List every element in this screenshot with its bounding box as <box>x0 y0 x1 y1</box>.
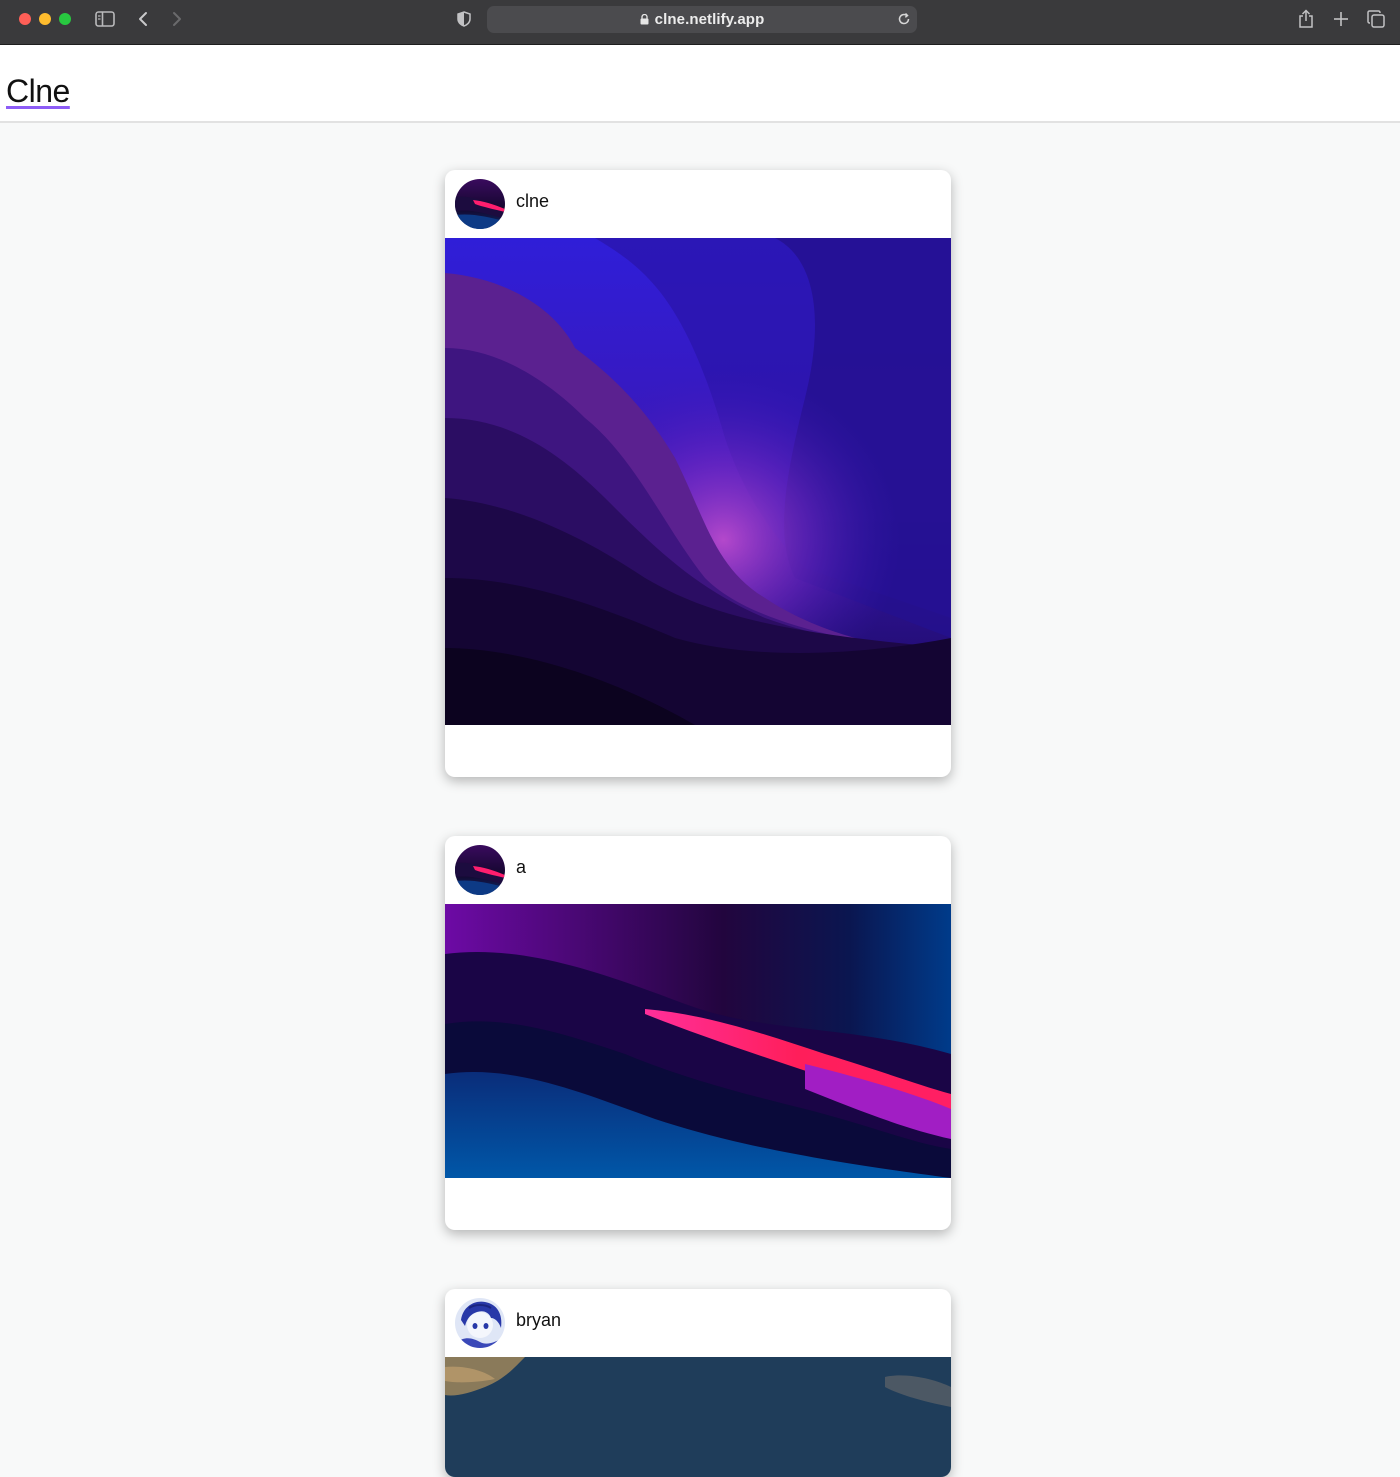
post-image <box>445 1357 951 1477</box>
post-card: a <box>445 836 951 1230</box>
post-image <box>445 238 951 725</box>
post-footer <box>445 725 951 777</box>
url-text: clne.netlify.app <box>654 11 765 28</box>
zoom-window-button[interactable] <box>59 13 71 25</box>
post-header: clne <box>445 170 951 238</box>
minimize-window-button[interactable] <box>39 13 51 25</box>
forward-icon[interactable] <box>168 8 186 30</box>
post-username[interactable]: clne <box>516 191 549 212</box>
shield-icon[interactable] <box>454 8 474 30</box>
reload-icon[interactable] <box>897 12 911 26</box>
post-username[interactable]: a <box>516 857 526 878</box>
sidebar-icon[interactable] <box>93 8 117 30</box>
app-header: Clne <box>0 45 1400 123</box>
post-image <box>445 904 951 1178</box>
post-card: clne <box>445 170 951 777</box>
post-footer <box>445 1178 951 1230</box>
back-icon[interactable] <box>134 8 152 30</box>
browser-toolbar: clne.netlify.app <box>0 0 1400 45</box>
avatar[interactable] <box>455 179 505 229</box>
post-card: bryan <box>445 1289 951 1477</box>
avatar[interactable] <box>455 1298 505 1348</box>
new-tab-icon[interactable] <box>1330 8 1352 30</box>
tab-overview-icon[interactable] <box>1365 8 1387 30</box>
post-header: a <box>445 836 951 904</box>
post-header: bryan <box>445 1289 951 1357</box>
lock-icon <box>640 14 650 26</box>
app-logo-link[interactable]: Clne <box>6 73 70 110</box>
address-bar[interactable]: clne.netlify.app <box>487 6 917 33</box>
close-window-button[interactable] <box>19 13 31 25</box>
post-username[interactable]: bryan <box>516 1310 561 1331</box>
share-icon[interactable] <box>1295 8 1317 30</box>
avatar[interactable] <box>455 845 505 895</box>
